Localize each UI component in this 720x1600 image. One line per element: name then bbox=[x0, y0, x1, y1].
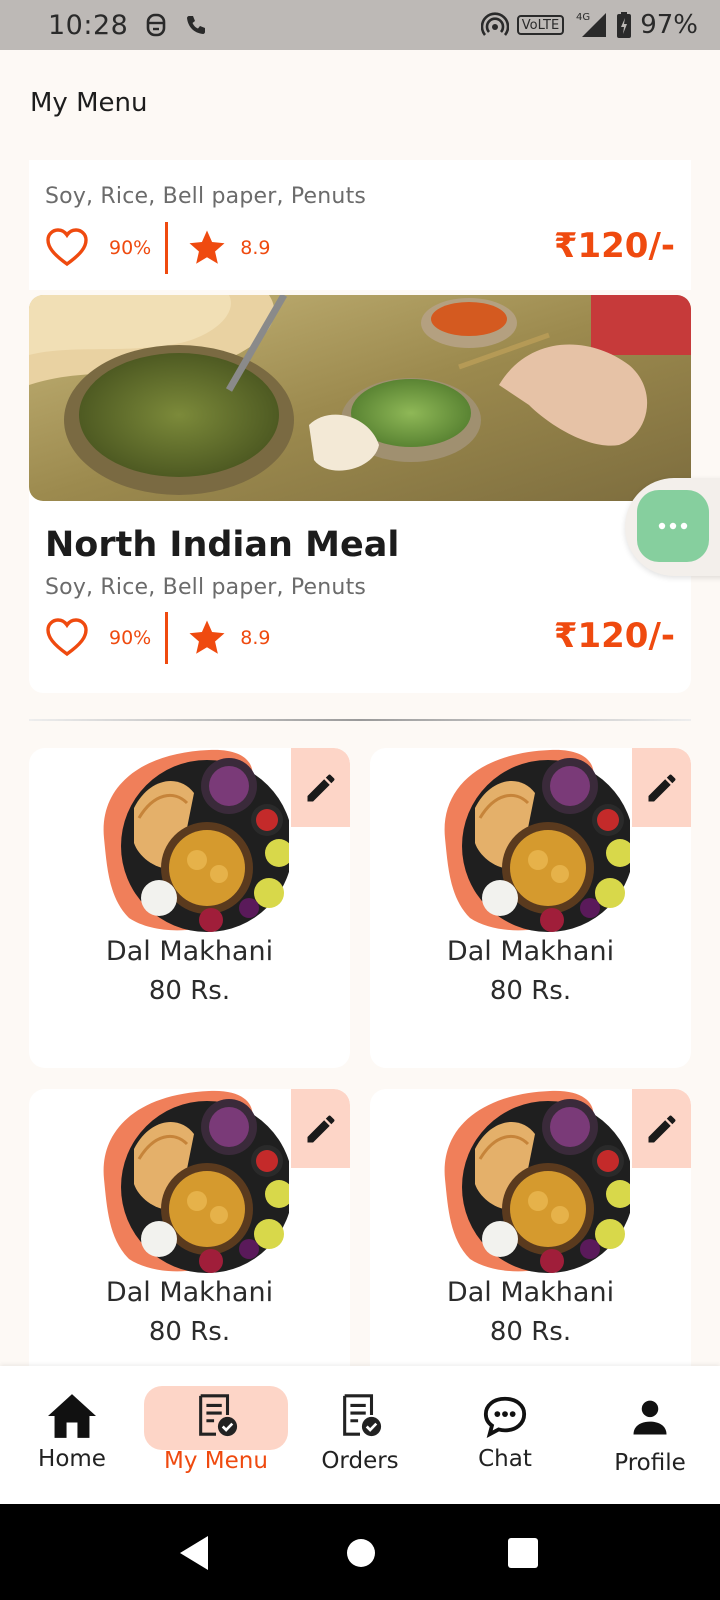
ingredients-text: Soy, Rice, Bell paper, Penuts bbox=[45, 575, 367, 600]
menu-item-card[interactable]: Dal Makhani 80 Rs. bbox=[370, 748, 691, 1068]
status-time: 10:28 bbox=[48, 9, 129, 41]
star-icon bbox=[189, 620, 225, 654]
meta-divider bbox=[165, 222, 169, 274]
home-circle-icon[interactable] bbox=[346, 1538, 376, 1568]
pencil-icon bbox=[307, 1115, 334, 1142]
chat-icon bbox=[483, 1396, 527, 1438]
heart-icon[interactable] bbox=[45, 228, 89, 268]
pencil-icon bbox=[307, 774, 334, 801]
food-plate-image bbox=[444, 749, 630, 932]
meal-title: North Indian Meal bbox=[45, 525, 400, 565]
signal-icon: 4G bbox=[576, 12, 607, 37]
nav-label: Chat bbox=[478, 1446, 532, 1472]
battery-percent: 97% bbox=[640, 10, 698, 40]
volte-badge: VoLTE bbox=[516, 15, 565, 35]
heart-icon[interactable] bbox=[45, 618, 89, 658]
ingredients-text: Soy, Rice, Bell paper, Penuts bbox=[45, 184, 367, 209]
card-meta: 90% 8.9 bbox=[45, 222, 270, 274]
edit-button[interactable] bbox=[291, 748, 350, 827]
system-nav-bar bbox=[0, 1504, 720, 1600]
food-plate-image bbox=[444, 1090, 630, 1273]
notification-icon bbox=[147, 13, 166, 37]
back-icon[interactable] bbox=[178, 1536, 210, 1570]
nav-label: Orders bbox=[321, 1448, 399, 1474]
item-price: 80 Rs. bbox=[148, 976, 231, 1006]
food-plate-image bbox=[103, 1090, 289, 1273]
nav-label: Home bbox=[38, 1446, 106, 1472]
bottom-nav: Home My Menu Orders Chat Profile bbox=[0, 1366, 720, 1504]
edit-button[interactable] bbox=[291, 1089, 350, 1168]
nav-item-orders[interactable]: Orders bbox=[300, 1392, 420, 1474]
item-name: Dal Makhani bbox=[105, 1277, 274, 1308]
svg-text:4G: 4G bbox=[576, 12, 590, 23]
item-name: Dal Makhani bbox=[105, 936, 274, 967]
nav-item-home[interactable]: Home bbox=[20, 1392, 124, 1472]
menu-item-card[interactable]: Dal Makhani 80 Rs. bbox=[29, 748, 350, 1068]
item-name: Dal Makhani bbox=[446, 936, 615, 967]
profile-icon bbox=[633, 1400, 667, 1435]
nav-label: Profile bbox=[614, 1450, 686, 1476]
rating-value: 8.9 bbox=[240, 237, 271, 259]
menu-item-card[interactable]: Dal Makhani 80 Rs. bbox=[29, 1089, 350, 1409]
menu-item-card[interactable]: Dal Makhani 80 Rs. bbox=[370, 1089, 691, 1409]
battery-icon bbox=[617, 12, 632, 38]
edit-button[interactable] bbox=[632, 1089, 691, 1168]
nav-item-chat[interactable]: Chat bbox=[445, 1394, 565, 1472]
menu-card[interactable]: Soy, Rice, Bell paper, Penuts 90% 8.9 ₹1… bbox=[29, 160, 691, 290]
meal-photo bbox=[29, 295, 691, 501]
nav-label: My Menu bbox=[164, 1448, 268, 1474]
meta-divider bbox=[165, 612, 169, 664]
item-name: Dal Makhani bbox=[446, 1277, 615, 1308]
like-percent: 90% bbox=[109, 237, 152, 259]
nav-item-profile[interactable]: Profile bbox=[590, 1396, 710, 1476]
more-options-button[interactable] bbox=[637, 490, 709, 562]
pencil-icon bbox=[648, 774, 675, 801]
hotspot-icon bbox=[480, 12, 509, 36]
card-price: ₹120/- bbox=[553, 226, 675, 266]
item-price: 80 Rs. bbox=[489, 1317, 572, 1347]
pencil-icon bbox=[648, 1115, 675, 1142]
food-plate-image bbox=[103, 749, 289, 932]
nav-item-my-menu[interactable]: My Menu bbox=[144, 1392, 288, 1474]
star-icon bbox=[189, 230, 225, 264]
menu-card-north-indian[interactable]: North Indian Meal Soy, Rice, Bell paper,… bbox=[29, 295, 691, 693]
card-price: ₹120/- bbox=[553, 616, 675, 656]
item-price: 80 Rs. bbox=[489, 976, 572, 1006]
orders-icon bbox=[343, 1394, 382, 1437]
recents-icon[interactable] bbox=[508, 1538, 538, 1568]
edit-button[interactable] bbox=[632, 748, 691, 827]
page-title: My Menu bbox=[30, 88, 148, 118]
more-dots-icon bbox=[658, 522, 688, 530]
section-divider bbox=[29, 719, 691, 721]
card-meta: 90% 8.9 bbox=[45, 612, 270, 664]
like-percent: 90% bbox=[109, 627, 152, 649]
call-icon bbox=[187, 16, 206, 34]
item-price: 80 Rs. bbox=[148, 1317, 231, 1347]
home-icon bbox=[48, 1394, 96, 1438]
rating-value: 8.9 bbox=[240, 627, 271, 649]
menu-list-icon bbox=[199, 1394, 238, 1437]
status-bar: 10:28 VoLTE 4G 97% bbox=[0, 0, 720, 50]
